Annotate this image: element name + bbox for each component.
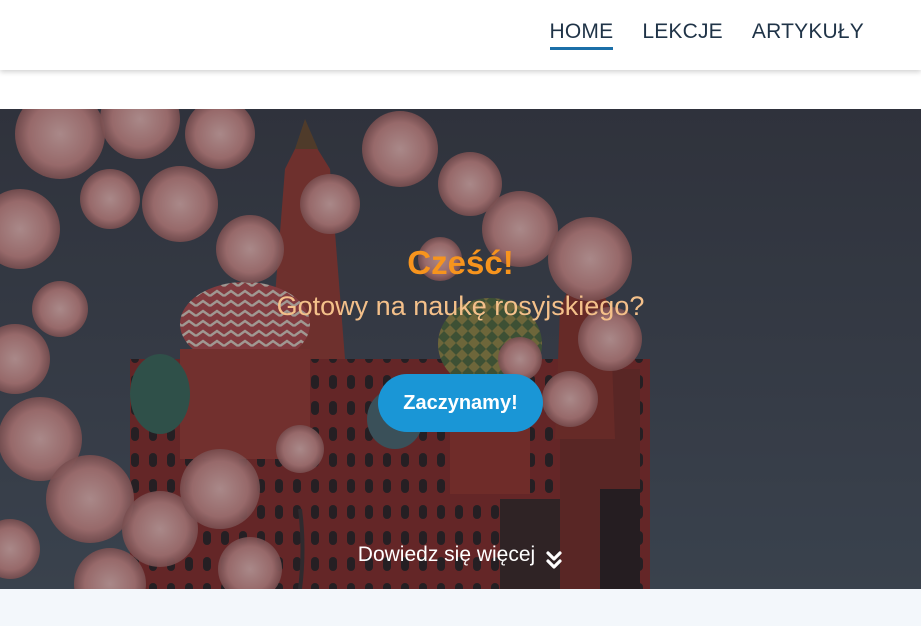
learn-more-label: Dowiedz się więcej — [357, 543, 536, 566]
hero-content: Cześć! Gotowy na naukę rosyjskiego? Zacz… — [0, 109, 921, 589]
nav-item-lekcje[interactable]: LEKCJE — [642, 20, 723, 47]
learn-more-link[interactable]: Dowiedz się więcej — [0, 540, 921, 570]
double-chevron-down-icon — [546, 551, 562, 569]
hero-section: Cześć! Gotowy na naukę rosyjskiego? Zacz… — [0, 109, 921, 589]
next-section-band — [0, 589, 921, 626]
nav-menu: HOME LEKCJE ARTYKUŁY — [549, 20, 864, 50]
nav-item-home[interactable]: HOME — [549, 20, 614, 50]
hero-title: Cześć! — [407, 244, 514, 281]
top-navbar: HOME LEKCJE ARTYKUŁY — [0, 0, 921, 70]
nav-item-artykuly[interactable]: ARTYKUŁY — [752, 20, 864, 47]
start-button[interactable]: Zaczynamy! — [378, 374, 543, 432]
hero-subtitle: Gotowy na naukę rosyjskiego? — [276, 291, 645, 321]
